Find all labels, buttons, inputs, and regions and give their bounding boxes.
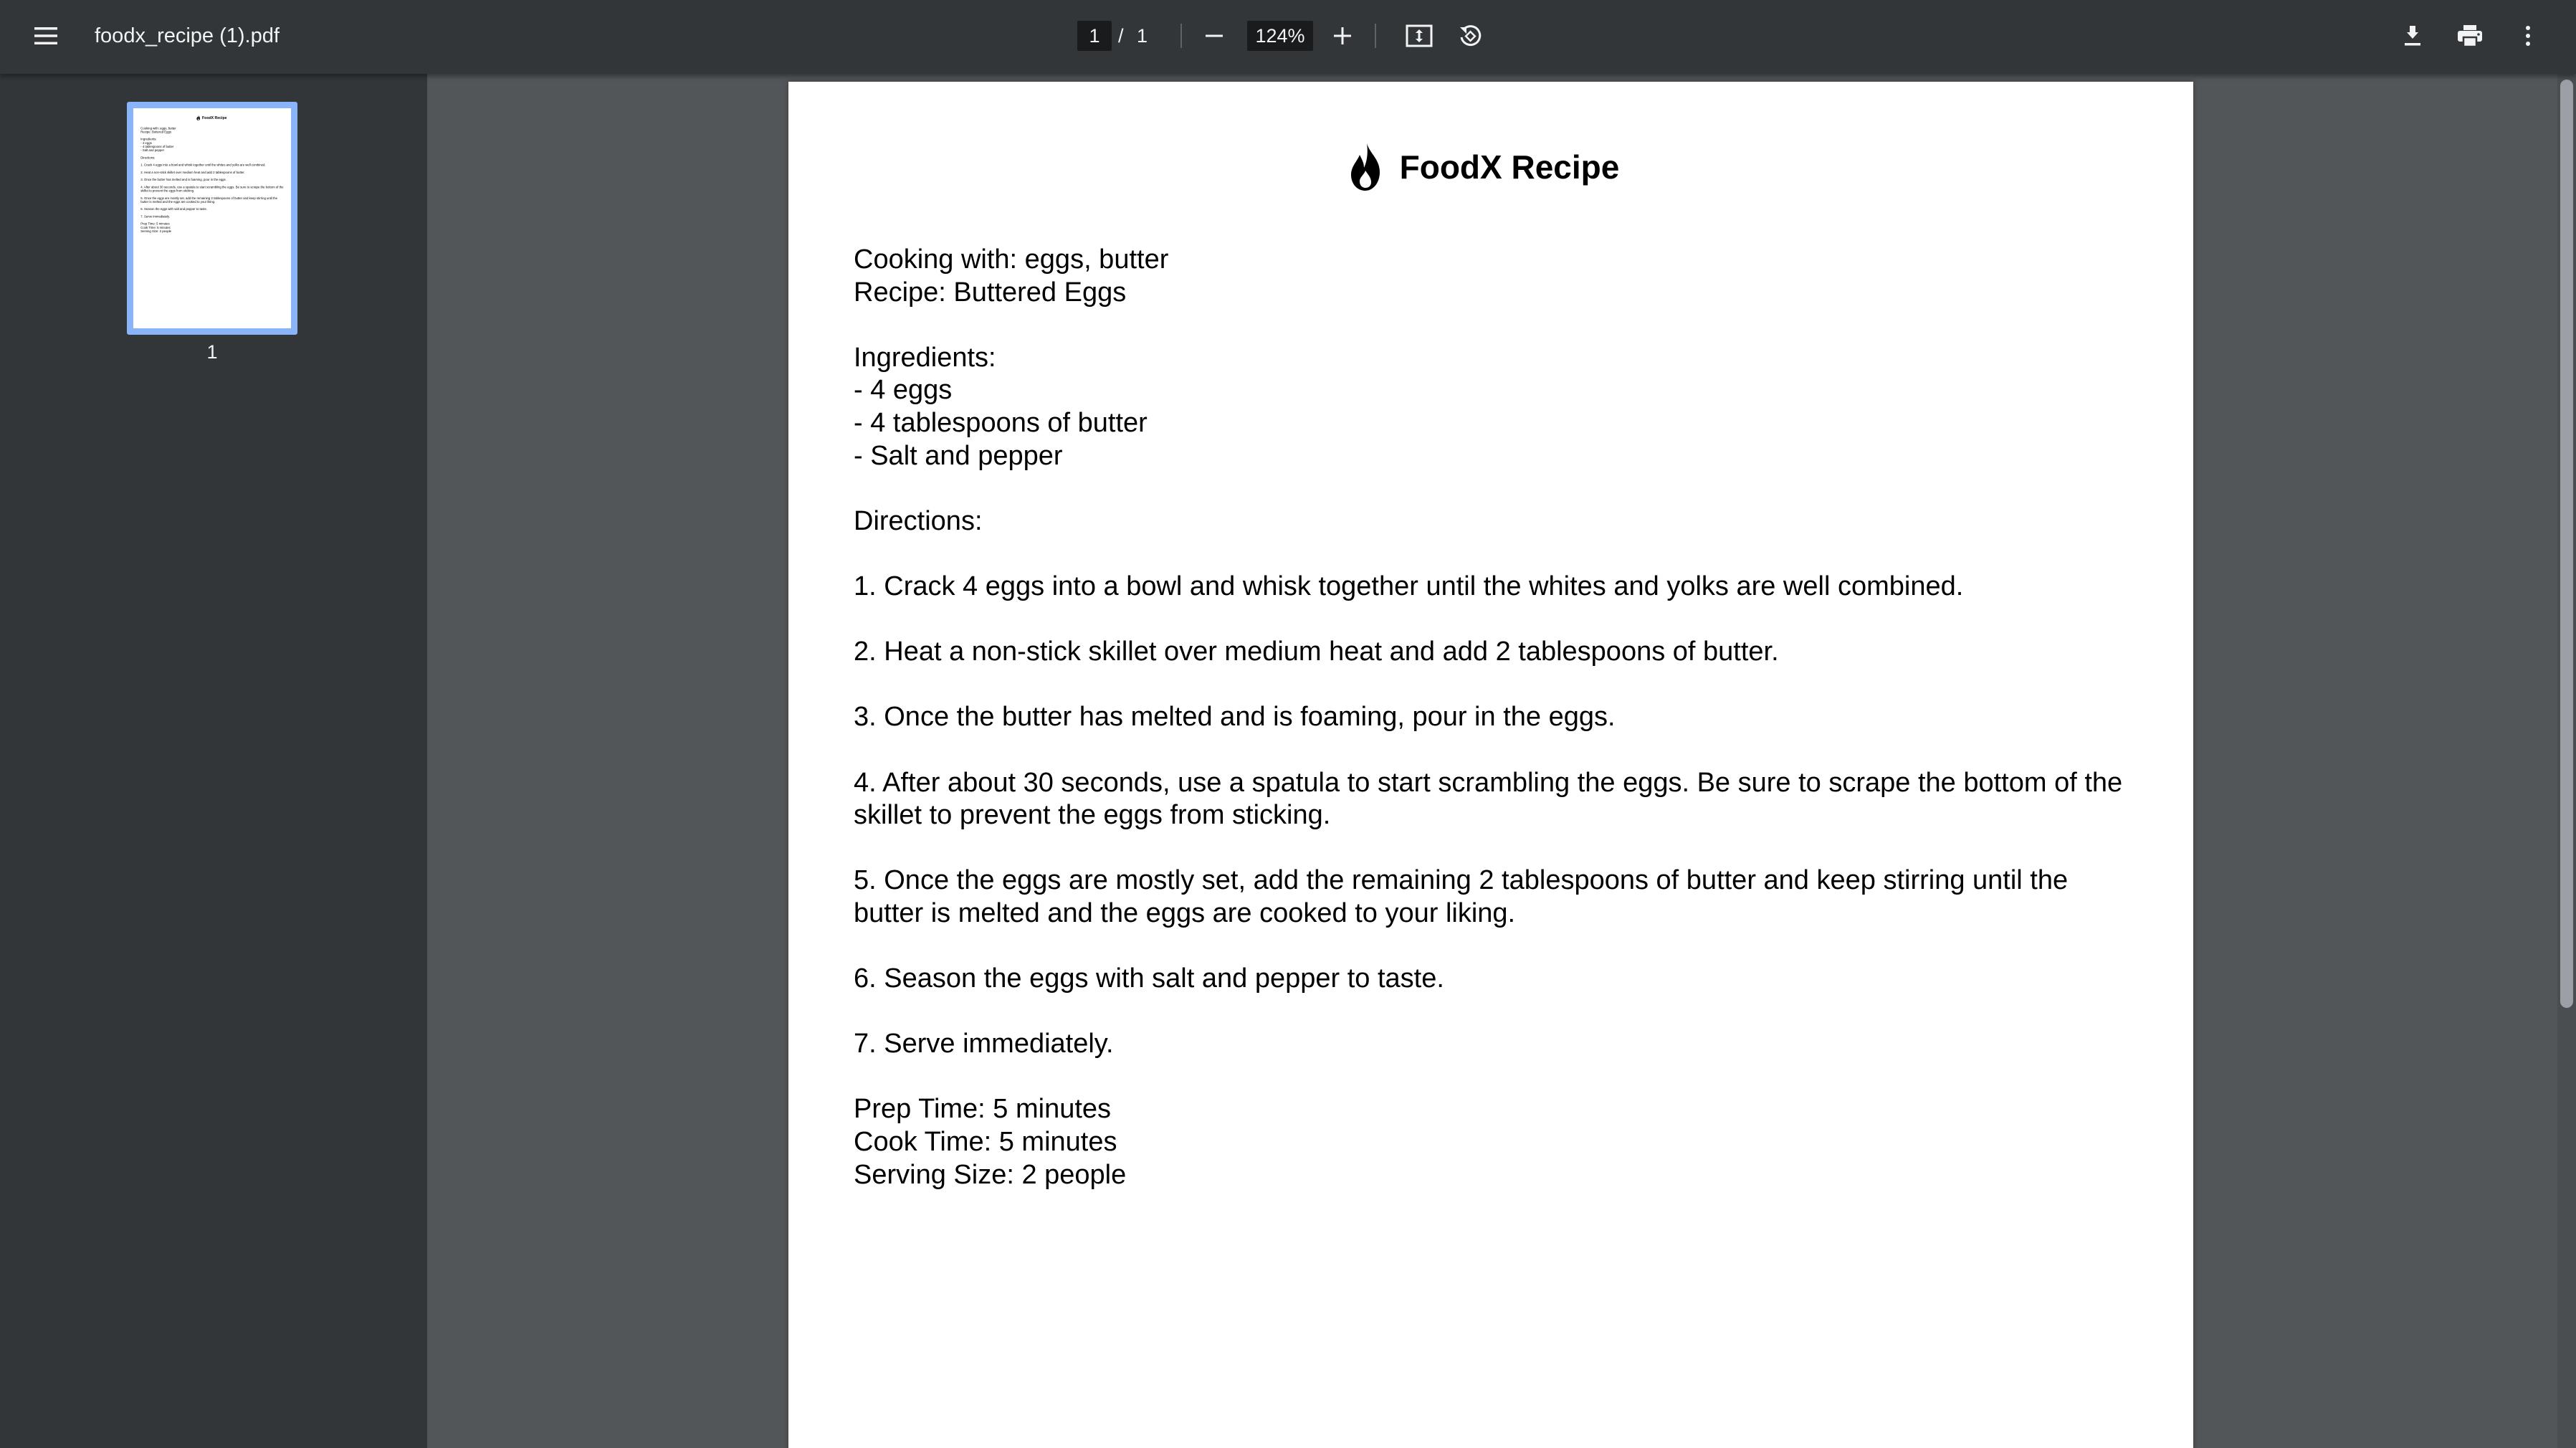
ingredients-heading: Ingredients: xyxy=(854,342,996,373)
direction-step: 6. Season the eggs with salt and pepper … xyxy=(854,963,1444,994)
minus-icon xyxy=(1206,34,1223,37)
page-number-input[interactable] xyxy=(1077,21,1112,51)
serving-size: Serving Size: 2 people xyxy=(854,1159,1127,1190)
thumbnail-page-label: 1 xyxy=(206,341,218,363)
direction-step: 1. Crack 4 eggs into a bowl and whisk to… xyxy=(854,571,1964,601)
thumb-line: 5. Once the eggs are mostly set, add the… xyxy=(140,196,278,204)
fit-to-page-button[interactable] xyxy=(1390,7,1448,65)
thumb-line: 1. Crack 4 eggs into a bowl and whisk to… xyxy=(140,163,266,167)
zoom-out-button[interactable] xyxy=(1186,7,1243,65)
direction-step: 2. Heat a non-stick skillet over medium … xyxy=(854,637,1779,667)
ingredient-item: - 4 eggs xyxy=(854,375,953,406)
download-button[interactable] xyxy=(2384,7,2441,65)
page-thumbnail[interactable]: FoodX Recipe Cooking with: eggs, butter … xyxy=(127,102,297,335)
direction-step: 7. Serve immediately. xyxy=(854,1029,1114,1059)
document-title: foodx_recipe (1).pdf xyxy=(95,24,280,47)
pdf-page: FoodX Recipe Cooking with: eggs, butter … xyxy=(788,82,2193,1448)
thumbnail-title: FoodX Recipe xyxy=(202,115,227,120)
cook-time: Cook Time: 5 minutes xyxy=(854,1127,1117,1158)
print-button[interactable] xyxy=(2441,7,2499,65)
plus-icon xyxy=(1334,27,1351,44)
cooking-with-line: Cooking with: eggs, butter xyxy=(854,244,1169,275)
print-icon xyxy=(2458,25,2482,48)
total-pages: 1 xyxy=(1137,25,1148,47)
prep-time: Prep Time: 5 minutes xyxy=(854,1094,1112,1125)
toolbar-divider xyxy=(1180,24,1182,48)
scrollbar-thumb[interactable] xyxy=(2560,80,2573,1008)
document-viewer[interactable]: FoodX Recipe Cooking with: eggs, butter … xyxy=(427,74,2576,1448)
thumbnail-header: FoodX Recipe xyxy=(133,115,291,121)
ingredient-item: - 4 tablespoons of butter xyxy=(854,407,1148,438)
thumbnail-preview: FoodX Recipe Cooking with: eggs, butter … xyxy=(133,108,291,313)
toolbar-divider xyxy=(1375,24,1376,48)
direction-step: 4. After about 30 seconds, use a spatula… xyxy=(854,767,2123,831)
page-separator: / xyxy=(1118,25,1124,47)
thumb-line: Serving Size: 2 people xyxy=(140,229,172,234)
download-icon xyxy=(2405,26,2420,46)
zoom-in-button[interactable] xyxy=(1314,7,1371,65)
menu-button[interactable] xyxy=(17,7,75,65)
recipe-body: Cooking with: eggs, butter Recipe: Butte… xyxy=(854,244,2137,1191)
recipe-header: FoodX Recipe xyxy=(788,142,2193,192)
vertical-scrollbar[interactable] xyxy=(2557,74,2576,1448)
thumb-line: 4. After about 30 seconds, use a spatula… xyxy=(140,185,284,193)
direction-step: 5. Once the eggs are mostly set, add the… xyxy=(854,865,2069,928)
flame-icon xyxy=(1350,143,1380,191)
zoom-level-input[interactable] xyxy=(1247,21,1313,51)
rotate-button[interactable] xyxy=(1441,7,1499,65)
more-actions-button[interactable] xyxy=(2499,7,2557,65)
direction-step: 3. Once the butter has melted and is foa… xyxy=(854,702,1616,733)
flame-icon xyxy=(196,115,200,121)
more-vert-icon xyxy=(2526,26,2530,46)
rotate-counterclockwise-icon xyxy=(1460,25,1482,47)
fit-to-page-icon xyxy=(1406,24,1433,47)
ingredient-item: - Salt and pepper xyxy=(854,440,1063,471)
thumbnail-body: Cooking with: eggs, butter Recipe: Butte… xyxy=(140,126,285,233)
recipe-title: FoodX Recipe xyxy=(1399,148,1620,186)
menu-icon xyxy=(34,27,57,44)
recipe-name-line: Recipe: Buttered Eggs xyxy=(854,277,1127,308)
pdf-toolbar: foodx_recipe (1).pdf / 1 xyxy=(0,0,2576,74)
directions-heading: Directions: xyxy=(854,505,983,536)
